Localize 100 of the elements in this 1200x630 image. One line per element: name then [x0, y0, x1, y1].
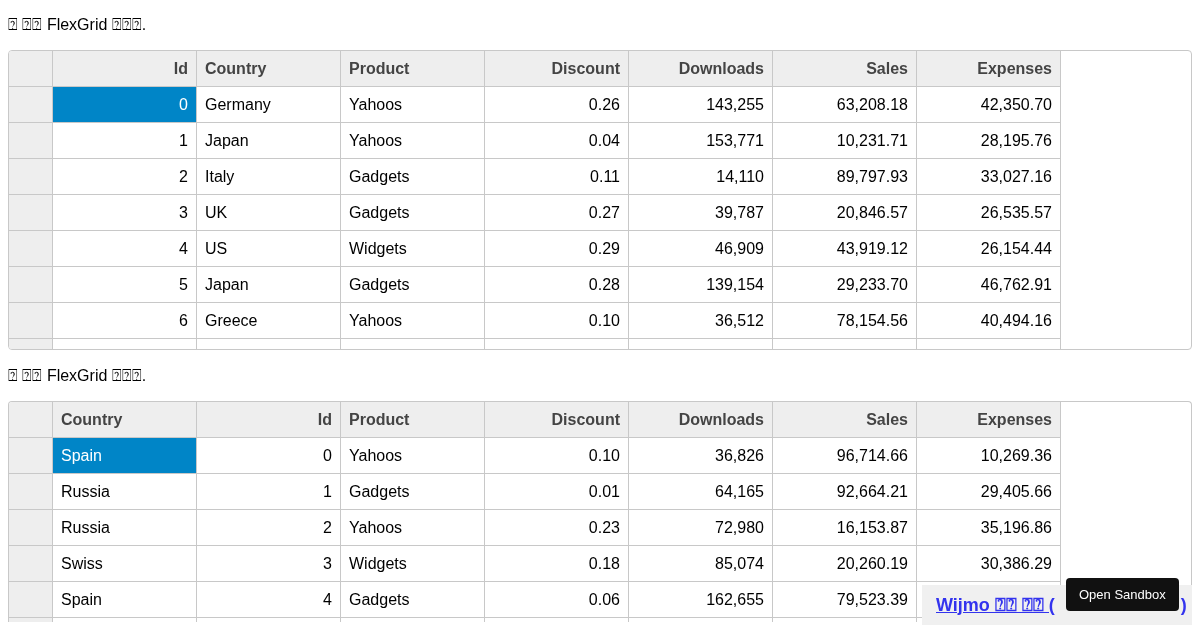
table-cell[interactable]: 153,771 [629, 123, 773, 159]
table-cell[interactable]: Gadgets [341, 582, 485, 618]
table-cell[interactable]: 29,233.70 [773, 267, 917, 303]
table-cell[interactable]: 0.23 [485, 510, 629, 546]
table-cell[interactable]: 0.10 [485, 438, 629, 474]
table-cell[interactable]: Spain [53, 582, 197, 618]
table-cell[interactable]: 0.11 [485, 159, 629, 195]
row-header[interactable] [9, 231, 53, 267]
table-cell[interactable]: 6 [53, 303, 197, 339]
table-cell[interactable]: 0.18 [485, 546, 629, 582]
row-header[interactable] [9, 159, 53, 195]
table-cell[interactable]: 0 [197, 438, 341, 474]
table-cell[interactable]: 33,027.16 [917, 159, 1061, 195]
table-cell[interactable]: 43,919.12 [773, 231, 917, 267]
table-cell[interactable]: Yahoos [341, 438, 485, 474]
table-cell[interactable]: 36,826 [629, 438, 773, 474]
column-header[interactable]: Product [341, 402, 485, 438]
table-cell[interactable]: Yahoos [341, 510, 485, 546]
row-header[interactable] [9, 474, 53, 510]
table-cell[interactable]: 10,231.71 [773, 123, 917, 159]
column-header[interactable]: Product [341, 51, 485, 87]
table-cell[interactable]: Swiss [53, 546, 197, 582]
column-header[interactable]: Discount [485, 402, 629, 438]
footer-link[interactable]: Wijmo ⍰⍰ ⍰⍰ ( [936, 591, 1055, 619]
table-cell[interactable]: 30,386.29 [917, 546, 1061, 582]
table-cell[interactable]: 85,074 [629, 546, 773, 582]
column-header[interactable]: Sales [773, 402, 917, 438]
table-cell[interactable]: 78,154.56 [773, 303, 917, 339]
corner-cell[interactable] [9, 51, 53, 87]
table-cell[interactable]: 20,260.19 [773, 546, 917, 582]
row-header[interactable] [9, 303, 53, 339]
table-cell[interactable]: Japan [197, 267, 341, 303]
table-cell[interactable]: 2 [197, 510, 341, 546]
corner-cell[interactable] [9, 402, 53, 438]
row-header[interactable] [9, 438, 53, 474]
link-text[interactable]: ) [1180, 591, 1187, 619]
table-cell[interactable]: 0.29 [485, 231, 629, 267]
table-cell[interactable]: 16,153.87 [773, 510, 917, 546]
table-cell[interactable]: 10,269.36 [917, 438, 1061, 474]
column-header[interactable]: Country [53, 402, 197, 438]
table-cell[interactable]: 4 [197, 582, 341, 618]
table-cell[interactable]: Gadgets [341, 195, 485, 231]
table-cell[interactable]: Yahoos [341, 303, 485, 339]
table-cell[interactable]: 1 [53, 123, 197, 159]
table-cell[interactable]: 0.27 [485, 195, 629, 231]
table-cell[interactable]: 39,787 [629, 195, 773, 231]
table-cell[interactable]: Russia [53, 474, 197, 510]
row-header[interactable] [9, 195, 53, 231]
table-cell[interactable]: 72,980 [629, 510, 773, 546]
table-cell[interactable]: 14,110 [629, 159, 773, 195]
column-header[interactable]: Id [197, 402, 341, 438]
table-cell[interactable]: 28,195.76 [917, 123, 1061, 159]
table-cell[interactable]: Gadgets [341, 159, 485, 195]
table-cell[interactable]: 46,909 [629, 231, 773, 267]
table-cell[interactable]: 36,512 [629, 303, 773, 339]
table-cell[interactable]: Russia [53, 510, 197, 546]
table-cell[interactable]: 40,494.16 [917, 303, 1061, 339]
column-header[interactable]: Country [197, 51, 341, 87]
table-cell[interactable]: 2 [53, 159, 197, 195]
table-cell[interactable]: UK [197, 195, 341, 231]
table-cell[interactable]: 143,255 [629, 87, 773, 123]
table-cell[interactable]: 42,350.70 [917, 87, 1061, 123]
table-cell[interactable]: 0.01 [485, 474, 629, 510]
table-cell[interactable]: 139,154 [629, 267, 773, 303]
table-cell[interactable]: 4 [53, 231, 197, 267]
column-header[interactable]: Id [53, 51, 197, 87]
table-cell[interactable]: 1 [197, 474, 341, 510]
row-header[interactable] [9, 582, 53, 618]
column-header[interactable]: Discount [485, 51, 629, 87]
table-cell[interactable]: 79,523.39 [773, 582, 917, 618]
table-cell[interactable]: Yahoos [341, 87, 485, 123]
table-cell[interactable]: Widgets [341, 546, 485, 582]
table-cell[interactable]: 0.26 [485, 87, 629, 123]
row-header[interactable] [9, 267, 53, 303]
table-cell[interactable]: 0.06 [485, 582, 629, 618]
table-cell[interactable]: Germany [197, 87, 341, 123]
table-cell[interactable]: 3 [53, 195, 197, 231]
table-cell[interactable]: 89,797.93 [773, 159, 917, 195]
table-cell[interactable]: 20,846.57 [773, 195, 917, 231]
table-cell[interactable]: 35,196.86 [917, 510, 1061, 546]
row-header[interactable] [9, 546, 53, 582]
row-header[interactable] [9, 123, 53, 159]
column-header[interactable]: Downloads [629, 402, 773, 438]
table-cell[interactable]: 0.10 [485, 303, 629, 339]
table-cell[interactable]: US [197, 231, 341, 267]
table-cell[interactable]: 0 [53, 87, 197, 123]
table-cell[interactable]: Gadgets [341, 267, 485, 303]
column-header[interactable]: Sales [773, 51, 917, 87]
table-cell[interactable]: Italy [197, 159, 341, 195]
column-header[interactable]: Expenses [917, 402, 1061, 438]
table-cell[interactable]: Spain [53, 438, 197, 474]
table-cell[interactable]: 26,535.57 [917, 195, 1061, 231]
table-cell[interactable]: Greece [197, 303, 341, 339]
table-cell[interactable]: 3 [197, 546, 341, 582]
table-cell[interactable]: 5 [53, 267, 197, 303]
column-header[interactable]: Downloads [629, 51, 773, 87]
table-cell[interactable]: 0.04 [485, 123, 629, 159]
row-header[interactable] [9, 510, 53, 546]
table-cell[interactable]: 96,714.66 [773, 438, 917, 474]
table-cell[interactable]: 46,762.91 [917, 267, 1061, 303]
